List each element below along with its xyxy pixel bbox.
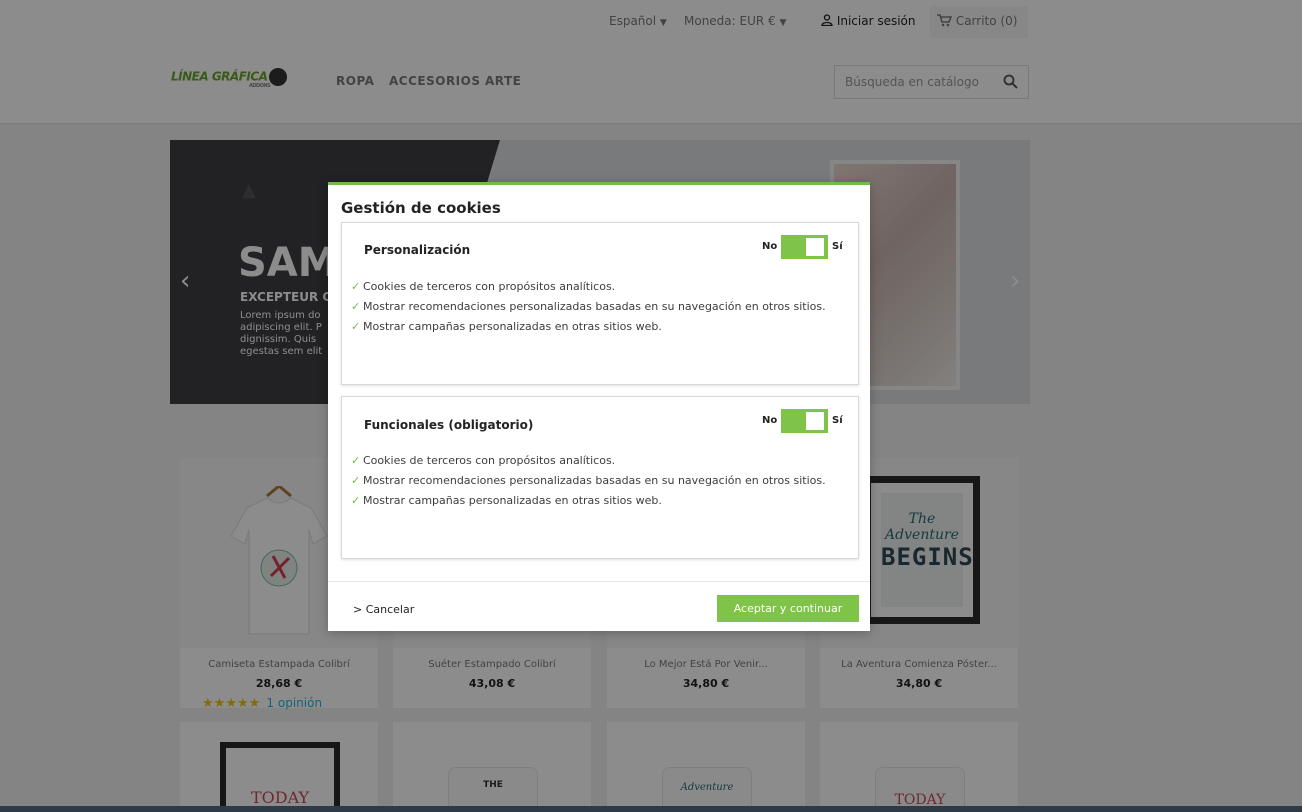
cookie-section-functional: Funcionales (obligatorio) No Sí ✓ Cookies… (341, 396, 859, 559)
list-item: ✓ Mostrar campañas personalizadas en otra… (351, 321, 846, 332)
feature-list: ✓ Cookies de terceros con propósitos anal… (351, 281, 846, 341)
check-icon: ✓ (351, 300, 361, 313)
list-item: ✓ Cookies de terceros con propósitos anal… (351, 281, 846, 292)
cancel-link[interactable]: > Cancelar (353, 603, 414, 616)
feature-list: ✓ Cookies de terceros con propósitos anal… (351, 455, 846, 515)
section-title: Funcionales (obligatorio) (364, 418, 534, 432)
toggle-switch[interactable] (781, 235, 828, 259)
list-item: ✓ Mostrar recomendaciones personalizadas … (351, 475, 846, 486)
cookie-consent-dialog: Gestión de cookies Personalización No Sí… (328, 182, 870, 631)
toggle-yes-label: Sí (832, 241, 843, 252)
cookie-section-personalization: Personalización No Sí ✓ Cookies de tercer… (341, 222, 859, 385)
toggle-no-label: No (762, 241, 778, 252)
check-icon: ✓ (351, 320, 361, 333)
list-item: ✓ Cookies de terceros con propósitos anal… (351, 455, 846, 466)
feature-text: Mostrar recomendaciones personalizadas b… (363, 300, 826, 313)
toggle-no-label: No (762, 415, 778, 426)
dialog-title: Gestión de cookies (341, 199, 501, 217)
feature-text: Mostrar recomendaciones personalizadas b… (363, 474, 826, 487)
feature-text: Cookies de terceros con propósitos analí… (363, 454, 616, 467)
toggle-switch[interactable] (781, 409, 828, 433)
accept-continue-button[interactable]: Aceptar y continuar (717, 595, 859, 622)
toggle-yes-label: Sí (832, 415, 843, 426)
feature-text: Mostrar campañas personalizadas en otras… (363, 320, 662, 333)
toggle-knob (806, 238, 824, 256)
toggle-knob (806, 412, 824, 430)
check-icon: ✓ (351, 494, 361, 507)
list-item: ✓ Mostrar campañas personalizadas en otra… (351, 495, 846, 506)
check-icon: ✓ (351, 280, 361, 293)
feature-text: Cookies de terceros con propósitos analí… (363, 280, 616, 293)
dialog-footer: > Cancelar Aceptar y continuar (328, 581, 870, 631)
check-icon: ✓ (351, 474, 361, 487)
bottom-strip (0, 806, 1302, 812)
feature-text: Mostrar campañas personalizadas en otras… (363, 494, 662, 507)
check-icon: ✓ (351, 454, 361, 467)
list-item: ✓ Mostrar recomendaciones personalizadas … (351, 301, 846, 312)
section-title: Personalización (364, 243, 471, 257)
